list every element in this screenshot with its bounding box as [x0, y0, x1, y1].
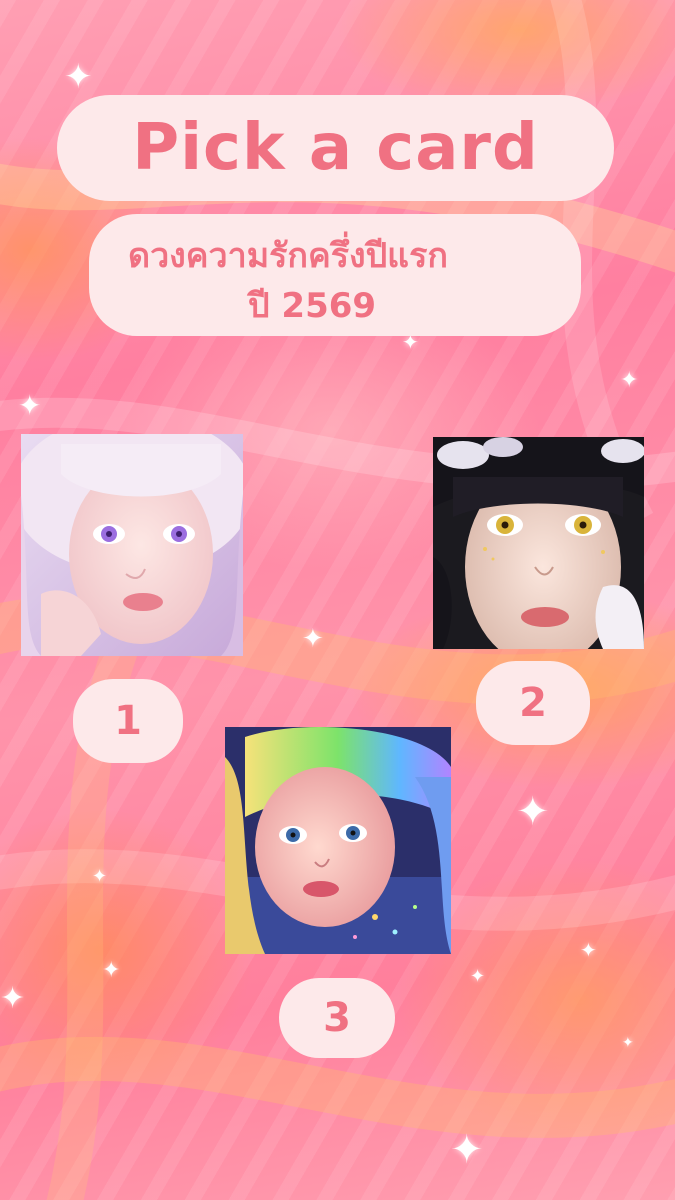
sparkle-icon: ✦ [0, 981, 26, 1016]
sparkle-icon: ✦ [622, 1035, 634, 1051]
dark-haired-girl-portrait-icon [433, 437, 644, 649]
card-2-image[interactable] [433, 437, 644, 649]
sparkle-icon: ✦ [620, 368, 639, 393]
card-1-image[interactable] [21, 434, 243, 656]
title-banner: Pick a card [57, 95, 614, 201]
sparkle-icon: ✦ [516, 789, 550, 835]
subtitle-line-2: ปี 2569 [248, 286, 377, 326]
card-3-number: 3 [323, 995, 351, 1041]
sparkle-icon: ✦ [470, 966, 486, 987]
card-2-number: 2 [519, 680, 547, 726]
sparkle-icon: ✦ [450, 1127, 484, 1173]
lilac-haired-girl-portrait-icon [21, 434, 243, 656]
card-1-number: 1 [114, 698, 142, 744]
sparkle-icon: ✦ [102, 958, 121, 983]
sparkle-icon: ✦ [64, 57, 93, 97]
sparkle-icon: ✦ [92, 866, 108, 887]
subtitle-line-1: ดวงความรักครึ่งปีแรก [128, 236, 448, 276]
sparkle-icon: ✦ [302, 624, 324, 654]
sparkle-icon: ✦ [580, 938, 597, 962]
card-3-image[interactable] [225, 727, 451, 954]
card-3-number-button[interactable]: 3 [279, 978, 395, 1058]
page-title: Pick a card [132, 111, 539, 185]
card-1-number-button[interactable]: 1 [73, 679, 183, 763]
card-2-number-button[interactable]: 2 [476, 661, 590, 745]
sparkle-icon: ✦ [18, 389, 42, 422]
rainbow-haired-girl-portrait-icon [225, 727, 451, 954]
